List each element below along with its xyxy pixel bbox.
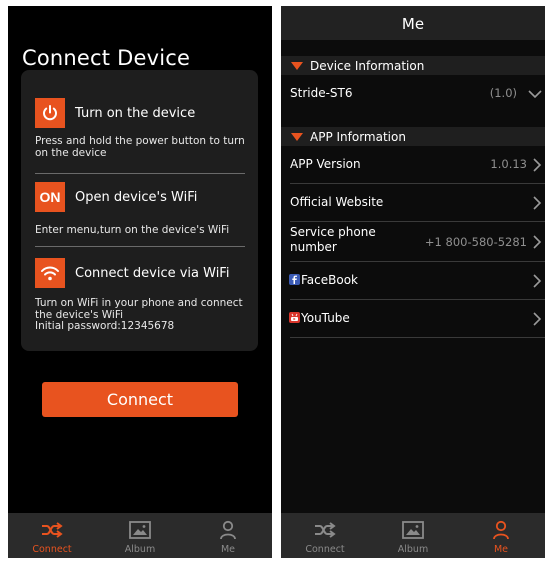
- chevron-right-icon: [533, 274, 542, 288]
- me-screen: Me Device Information Stride-ST6 (1.0) A…: [281, 6, 545, 558]
- image-icon: [129, 521, 151, 539]
- chevron-right-icon: [533, 196, 542, 210]
- wifi-icon: [35, 258, 65, 288]
- phone-number-value: +1 800-580-5281: [424, 235, 527, 249]
- person-icon: [493, 520, 509, 540]
- step-title: Open device's WiFi: [75, 189, 198, 205]
- section-title: APP Information: [310, 129, 406, 144]
- youtube-row[interactable]: YouTube: [281, 300, 545, 338]
- image-icon: [402, 521, 424, 539]
- row-label: APP Version: [290, 157, 361, 171]
- tab-connect[interactable]: Connect: [281, 513, 369, 558]
- header: Me: [281, 6, 545, 40]
- section-title: Device Information: [310, 58, 425, 73]
- connect-button[interactable]: Connect: [42, 382, 238, 417]
- power-icon: [35, 98, 65, 128]
- chevron-right-icon: [533, 158, 542, 172]
- on-icon: ON: [35, 182, 65, 212]
- chevron-right-icon: [533, 312, 542, 326]
- tab-label: Me: [220, 544, 236, 555]
- tab-label: Connect: [32, 544, 72, 555]
- facebook-label: FaceBook: [301, 273, 358, 287]
- app-version-row[interactable]: APP Version 1.0.13: [281, 146, 545, 184]
- facebook-icon: [289, 274, 300, 285]
- step-header: Turn on the device: [35, 98, 195, 128]
- page-title: Me: [401, 15, 425, 33]
- shuffle-icon: [42, 522, 63, 538]
- tab-connect[interactable]: Connect: [8, 513, 96, 558]
- page-title: Connect Device: [22, 46, 191, 70]
- row-label: YouTube: [289, 311, 350, 325]
- divider: [290, 337, 545, 338]
- tab-bar: Connect Album Me: [281, 513, 545, 558]
- service-phone-row[interactable]: Service phone number +1 800-580-5281: [281, 222, 545, 262]
- steps-card: Turn on the device Press and hold the po…: [21, 70, 258, 351]
- device-version: (1.0): [489, 86, 517, 100]
- app-version-value: 1.0.13: [490, 157, 527, 171]
- facebook-row[interactable]: FaceBook: [281, 262, 545, 300]
- triangle-down-icon: [291, 132, 303, 141]
- step-title: Turn on the device: [75, 105, 196, 121]
- step-header: ON Open device's WiFi: [35, 182, 197, 212]
- tab-album[interactable]: Album: [96, 513, 184, 558]
- step-description: Press and hold the power button to turn …: [35, 135, 245, 159]
- tab-bar: Connect Album Me: [8, 513, 272, 558]
- device-row[interactable]: Stride-ST6 (1.0): [281, 75, 545, 113]
- divider: [35, 246, 245, 247]
- tab-me[interactable]: Me: [457, 513, 545, 558]
- device-name: Stride-ST6: [290, 86, 353, 100]
- person-icon: [220, 520, 236, 540]
- row-label: Official Website: [290, 195, 384, 209]
- youtube-icon: [289, 312, 300, 323]
- row-label: FaceBook: [289, 273, 358, 287]
- tab-label: Album: [124, 544, 156, 555]
- youtube-label: YouTube: [301, 311, 350, 325]
- connect-device-screen: Connect Device Turn on the device Press …: [8, 6, 272, 558]
- section-device-information: Device Information: [281, 56, 545, 75]
- section-app-information: APP Information: [281, 127, 545, 146]
- tab-label: Me: [493, 544, 509, 555]
- step-description: Turn on WiFi in your phone and connect t…: [35, 297, 243, 332]
- step-description: Enter menu,turn on the device's WiFi: [35, 224, 230, 236]
- row-label: Service phone number: [290, 225, 376, 254]
- official-website-row[interactable]: Official Website: [281, 184, 545, 222]
- chevron-down-icon: [528, 90, 542, 99]
- shuffle-icon: [315, 522, 336, 538]
- tab-me[interactable]: Me: [184, 513, 272, 558]
- chevron-right-icon: [533, 235, 542, 249]
- tab-label: Album: [397, 544, 429, 555]
- step-title: Connect device via WiFi: [75, 265, 230, 281]
- divider: [35, 173, 245, 174]
- tab-album[interactable]: Album: [369, 513, 457, 558]
- step-header: Connect device via WiFi: [35, 258, 229, 288]
- tab-label: Connect: [305, 544, 345, 555]
- triangle-down-icon: [291, 61, 303, 70]
